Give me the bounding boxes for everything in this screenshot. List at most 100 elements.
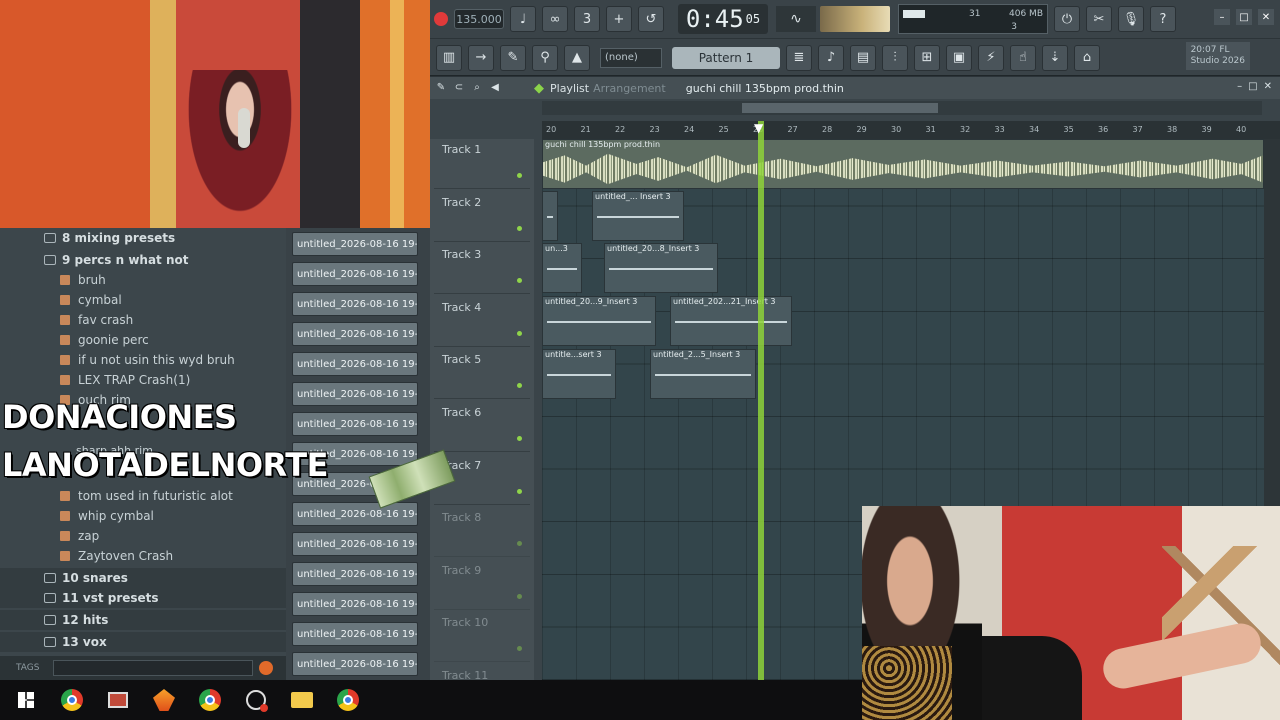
shop-icon[interactable]: ⌂	[1074, 44, 1100, 71]
help-icon[interactable]: ?	[1150, 6, 1176, 32]
browser-file[interactable]: cymbal	[0, 290, 286, 310]
clip-track3-a[interactable]: un...3	[542, 243, 582, 293]
taskbar-fl-studio[interactable]	[144, 680, 184, 720]
browser-file[interactable]: whip cymbal	[0, 506, 286, 526]
maximize-icon[interactable]: □	[1236, 9, 1252, 25]
speaker-icon[interactable]: ◀	[488, 80, 502, 94]
playlist-section[interactable]: Arrangement	[593, 82, 666, 95]
tags-label[interactable]: TAGS	[16, 663, 39, 673]
browser-folder[interactable]: 12 hits	[0, 610, 286, 630]
minimize-icon[interactable]: –	[1214, 9, 1230, 25]
countdown-icon[interactable]: 3	[574, 6, 600, 32]
clip-track4-a[interactable]: untitled_20...9_Insert 3	[542, 296, 656, 346]
scroll-thumb[interactable]	[742, 103, 938, 113]
pencil-icon[interactable]: ✎	[434, 80, 448, 94]
track-header[interactable]: Track 6	[434, 402, 530, 452]
close-icon[interactable]: ✕	[1258, 9, 1274, 25]
clip-track2-a[interactable]	[542, 191, 558, 241]
clip-list-item[interactable]: untitled_2026-08-16 19-...	[292, 592, 418, 616]
tempo-display[interactable]: 135.000	[454, 9, 504, 29]
start-button[interactable]	[6, 680, 46, 720]
clip-list-item[interactable]: untitled_2026-08-16 19-...	[292, 382, 418, 406]
clip-track5-b[interactable]: untitled_2...5_Insert 3	[650, 349, 756, 399]
playlist-horizontal-scroll[interactable]	[542, 101, 1262, 115]
playlist-icon[interactable]: ≣	[786, 44, 812, 71]
track-header[interactable]: Track 8	[434, 507, 530, 558]
zoom-icon[interactable]: ⌕	[470, 80, 484, 94]
browser-search-input[interactable]	[53, 660, 254, 676]
cut-icon[interactable]: ✂	[1086, 6, 1112, 32]
stamp-icon[interactable]: ▲	[564, 44, 590, 71]
browser-file[interactable]: bruh	[0, 270, 286, 290]
browser-folder[interactable]: 11 vst presets	[0, 588, 286, 608]
browser-folder[interactable]: 9 percs n what not	[0, 250, 286, 270]
track-header[interactable]: Track 10	[434, 612, 530, 663]
project-icon[interactable]: ▣	[946, 44, 972, 71]
search-icon[interactable]	[259, 661, 274, 675]
browser-folder[interactable]: 8 mixing presets	[0, 228, 286, 248]
browser-file[interactable]: LEX TRAP Crash(1)	[0, 370, 286, 390]
power-icon[interactable]: ⏻	[1054, 6, 1080, 32]
track-led-icon[interactable]	[517, 330, 522, 336]
browser-file[interactable]: zap	[0, 526, 286, 546]
clip-list-item[interactable]: untitled_2026-08-16 19-...	[292, 652, 418, 676]
browser-folder[interactable]: 13 vox	[0, 632, 286, 652]
playhead[interactable]	[758, 121, 764, 680]
browser-file[interactable]: Zaytoven Crash	[0, 546, 286, 566]
step-edit-icon[interactable]: +	[606, 6, 632, 32]
plugin-icon[interactable]: ⚡	[978, 44, 1004, 71]
track-led-icon[interactable]	[517, 173, 522, 178]
track-led-icon[interactable]	[517, 436, 522, 441]
browser-file[interactable]: if u not usin this wyd bruh	[0, 350, 286, 370]
track-header[interactable]: Track 3	[434, 244, 530, 295]
browser-folder[interactable]: 10 snares	[0, 568, 286, 588]
microphone-icon[interactable]: 🎙	[1118, 6, 1144, 32]
clip-track5-a[interactable]: untitle...sert 3	[542, 349, 616, 399]
clip-list-item[interactable]: untitled_2026-08-16 19-...	[292, 322, 418, 346]
touch-icon[interactable]: ☝	[1010, 44, 1036, 71]
browser-icon[interactable]: ⊞	[914, 44, 940, 71]
browser-file[interactable]: tom used in futuristic alot	[0, 486, 286, 506]
clip-list-item[interactable]: untitled_2026-08-16 19-...	[292, 532, 418, 556]
taskbar-chrome-3[interactable]	[328, 680, 368, 720]
clip-list-item[interactable]: untitled_2026-08-16 19-...	[292, 502, 418, 526]
clip-list-item[interactable]: untitled_2026-08-16 19-...	[292, 262, 418, 286]
news-panel[interactable]: 20:07 FL Studio 2026	[1185, 42, 1250, 70]
playhead-marker-icon[interactable]: ▼	[754, 121, 763, 135]
track-led-icon[interactable]	[517, 225, 522, 231]
magnet-icon[interactable]: ⊂	[452, 80, 466, 94]
clip-track3-b[interactable]: untitled_20...8_Insert 3	[604, 243, 718, 293]
taskbar-media[interactable]	[98, 680, 138, 720]
track-header[interactable]: Track 1	[434, 139, 530, 189]
track-led-icon[interactable]	[517, 278, 522, 284]
taskbar-chrome-1[interactable]	[52, 680, 92, 720]
taskbar-gauge[interactable]	[236, 680, 276, 720]
browser-file[interactable]: fav crash	[0, 310, 286, 330]
piano-roll-icon[interactable]: ♪	[818, 44, 844, 71]
timeline-ruler[interactable]: 2021222324252627282930313233343536373839…	[542, 121, 1280, 139]
metronome-icon[interactable]: ♩	[510, 6, 536, 32]
track-led-icon[interactable]	[517, 541, 522, 547]
playlist-maximize-icon[interactable]: □	[1248, 81, 1257, 92]
pattern-none-select[interactable]: (none)	[600, 47, 662, 68]
track-led-icon[interactable]	[517, 488, 522, 494]
arrow-right-icon[interactable]: →	[468, 44, 494, 71]
track-led-icon[interactable]	[517, 593, 522, 599]
clip-list-item[interactable]: untitled_2026-08-16 19-...	[292, 352, 418, 376]
time-display[interactable]: 0:45 05	[678, 4, 768, 34]
track-led-icon[interactable]	[517, 646, 522, 652]
clip-track4-b[interactable]: untitled_202...21_Insert 3	[670, 296, 792, 346]
taskbar-explorer[interactable]	[282, 680, 322, 720]
piano-icon[interactable]: ▥	[436, 44, 462, 71]
clip-list-item[interactable]: untitled_2026-08-16 19-...	[292, 622, 418, 646]
playlist-close-icon[interactable]: ✕	[1264, 81, 1272, 92]
browser-file[interactable]: goonie perc	[0, 330, 286, 350]
clip-list-item[interactable]: untitled_2026-08-16 19-...	[292, 232, 418, 256]
brush-icon[interactable]: ✎	[500, 44, 526, 71]
pattern-selector[interactable]: Pattern 1	[672, 46, 780, 69]
taskbar-chrome-2[interactable]	[190, 680, 230, 720]
record-icon[interactable]	[434, 12, 448, 26]
channel-rack-icon[interactable]: ▤	[850, 44, 876, 71]
track-header[interactable]: Track 4	[434, 297, 530, 347]
download-icon[interactable]: ⇣	[1042, 44, 1068, 71]
